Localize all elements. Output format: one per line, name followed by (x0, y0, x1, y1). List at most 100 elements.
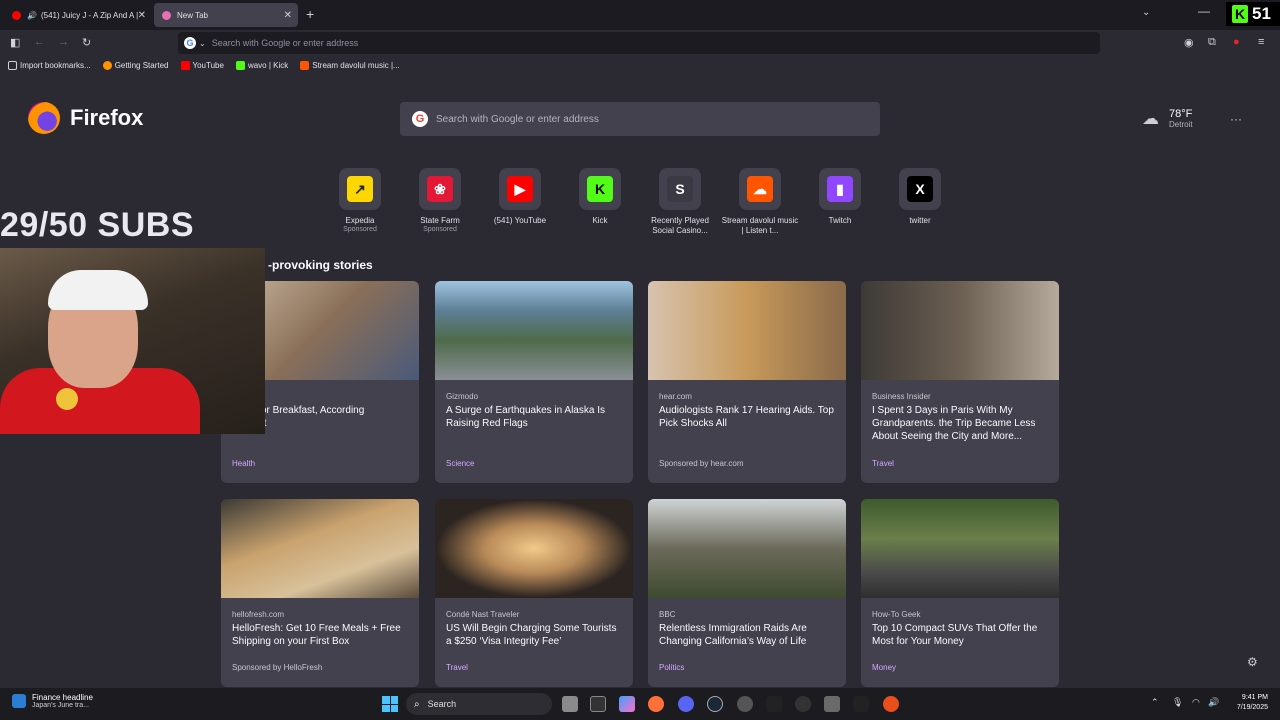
story-card[interactable]: hear.com Audiologists Rank 17 Hearing Aid… (648, 281, 846, 483)
tab-new-tab[interactable]: New Tab ✕ (154, 3, 298, 27)
windows-start-icon[interactable] (382, 696, 398, 712)
x-icon: X (907, 176, 933, 202)
gear-icon[interactable]: ⚙ (1247, 655, 1258, 669)
shortcut-tile[interactable]: ▮ (819, 168, 861, 210)
volume-icon[interactable]: 🔊 (1208, 697, 1219, 708)
shortcut-tile[interactable]: ❀ (419, 168, 461, 210)
more-options-icon[interactable]: ··· (1230, 112, 1242, 126)
settings-icon[interactable] (737, 696, 753, 712)
close-icon[interactable]: ✕ (284, 10, 292, 21)
close-icon[interactable]: ✕ (138, 10, 146, 21)
shortcut-kick[interactable]: K Kick (560, 168, 640, 236)
minimize-icon[interactable]: — (1198, 4, 1210, 18)
story-card[interactable]: BBC Relentless Immigration Raids Are Chan… (648, 499, 846, 687)
story-image (435, 499, 633, 598)
forward-icon[interactable]: → (58, 36, 69, 48)
youtube-icon (12, 10, 21, 20)
shortcut-label: Kick (592, 216, 608, 225)
shortcut-statefarm[interactable]: ❀ State Farm Sponsored (400, 168, 480, 236)
clock[interactable]: 9:41 PM 7/19/2025 (1226, 693, 1268, 713)
story-image (861, 499, 1059, 598)
story-card[interactable]: How-To Geek Top 10 Compact SUVs That Offe… (861, 499, 1059, 687)
app-icon[interactable] (824, 696, 840, 712)
shortcut-label: Recently Played Social Casino... (651, 216, 709, 235)
shortcut-label: twitter (909, 216, 931, 225)
new-tab-button[interactable]: + (306, 6, 314, 22)
address-placeholder: Search with Google or enter address (211, 38, 359, 48)
ublock-icon[interactable]: ● (1233, 36, 1240, 48)
cloud-rain-icon: ☁ (1142, 108, 1159, 128)
kick-icon (235, 60, 245, 70)
shortcut-twitch[interactable]: ▮ Twitch (800, 168, 880, 236)
soundcloud-icon: ☁ (747, 176, 773, 202)
story-title: Audiologists Rank 17 Hearing Aids. Top P… (659, 405, 834, 429)
address-bar[interactable]: G ⌄ Search with Google or enter address (178, 32, 1100, 54)
news-widget[interactable]: Finance headline Japan's June tra... (12, 693, 93, 709)
shortcut-label: Stream davolul music | Listen t... (721, 216, 799, 235)
back-icon[interactable]: ← (34, 36, 45, 48)
weather-city: Detroit (1169, 120, 1193, 129)
weather-widget[interactable]: ☁ 78°F Detroit (1142, 108, 1193, 129)
sidebar-icon[interactable]: ◧ (10, 36, 20, 49)
obs-icon[interactable] (795, 696, 811, 712)
shortcut-tile[interactable]: S (659, 168, 701, 210)
shortcut-stake[interactable]: S Recently Played Social Casino... (640, 168, 720, 236)
search-input[interactable]: G Search with Google or enter address (400, 102, 880, 136)
story-card[interactable]: Gizmodo A Surge of Earthquakes in Alaska … (435, 281, 633, 483)
menu-icon[interactable]: ≡ (1258, 36, 1264, 48)
story-card[interactable]: hellofresh.com HelloFresh: Get 10 Free Me… (221, 499, 419, 687)
kick-icon: K (1232, 5, 1248, 23)
story-title: A Surge of Earthquakes in Alaska Is Rais… (446, 405, 605, 429)
shortcut-tile[interactable]: ☁ (739, 168, 781, 210)
extensions-icon[interactable]: ⧉ (1208, 36, 1216, 49)
shortcut-label: State Farm (420, 216, 460, 225)
shortcut-tile[interactable]: K (579, 168, 621, 210)
story-card[interactable]: Condé Nast Traveler US Will Begin Chargin… (435, 499, 633, 687)
firefox-icon[interactable] (648, 696, 664, 712)
taskbar-search[interactable]: ⌕ Search (406, 693, 552, 715)
audio-icon[interactable]: 🔊 (27, 11, 37, 20)
steam-icon[interactable] (707, 696, 723, 712)
cap (48, 270, 148, 310)
wifi-icon[interactable]: ◠ (1192, 697, 1200, 708)
shortcut-x[interactable]: Xtwitter (880, 168, 960, 236)
firefox-icon (28, 102, 60, 134)
bookmark-import[interactable]: Import bookmarks... (8, 60, 91, 70)
news-title: Finance headline (32, 693, 93, 702)
chevron-up-icon[interactable]: ⌃ (1151, 697, 1159, 708)
subs-goal-overlay: 29/50 SUBS (0, 206, 194, 244)
account-icon[interactable]: ◉ (1184, 36, 1194, 49)
shortcut-tile[interactable]: X (899, 168, 941, 210)
copilot-icon[interactable] (619, 696, 635, 712)
shortcut-tile[interactable]: ↗ (339, 168, 381, 210)
bookmark-youtube[interactable]: YouTube (180, 60, 224, 70)
reload-icon[interactable]: ↻ (82, 36, 91, 49)
app-icon[interactable] (853, 696, 869, 712)
nav-toolbar: ◧ ← → ↻ G ⌄ Search with Google or enter … (0, 30, 1280, 56)
rockstar-icon[interactable] (766, 696, 782, 712)
chevron-down-icon[interactable]: ⌄ (1142, 7, 1150, 18)
story-image (648, 499, 846, 598)
shortcut-soundcloud[interactable]: ☁ Stream davolul music | Listen t... (720, 168, 800, 236)
firefox-icon (102, 60, 112, 70)
bookmark-kick[interactable]: wavo | Kick (235, 60, 288, 70)
app-icon[interactable] (590, 696, 606, 712)
chevron-down-icon[interactable]: ⌄ (199, 39, 206, 48)
clock-time: 9:41 PM (1241, 694, 1268, 701)
story-card[interactable]: Business Insider I Spent 3 Days in Paris … (861, 281, 1059, 483)
shortcut-label: Expedia (345, 216, 375, 225)
bookmark-soundcloud[interactable]: Stream davolul music |... (300, 60, 400, 70)
mic-icon[interactable]: 🎙 (1172, 697, 1183, 708)
google-icon[interactable]: G (184, 37, 196, 49)
file-explorer-icon[interactable] (562, 696, 578, 712)
ea-icon[interactable] (883, 696, 899, 712)
shortcut-youtube[interactable]: ▶ (541) YouTube (480, 168, 560, 236)
bookmark-getting-started[interactable]: Getting Started (102, 60, 169, 70)
discord-icon[interactable] (678, 696, 694, 712)
club-crest (56, 388, 78, 410)
shortcut-tile[interactable]: ▶ (499, 168, 541, 210)
taskbar: Finance headline Japan's June tra... ⌕ S… (0, 688, 1280, 720)
tab-youtube[interactable]: 🔊 (541) Juicy J - A Zip And A | ✕ (4, 3, 152, 27)
shortcut-expedia[interactable]: ↗ Expedia Sponsored (320, 168, 400, 236)
story-image (861, 281, 1059, 380)
